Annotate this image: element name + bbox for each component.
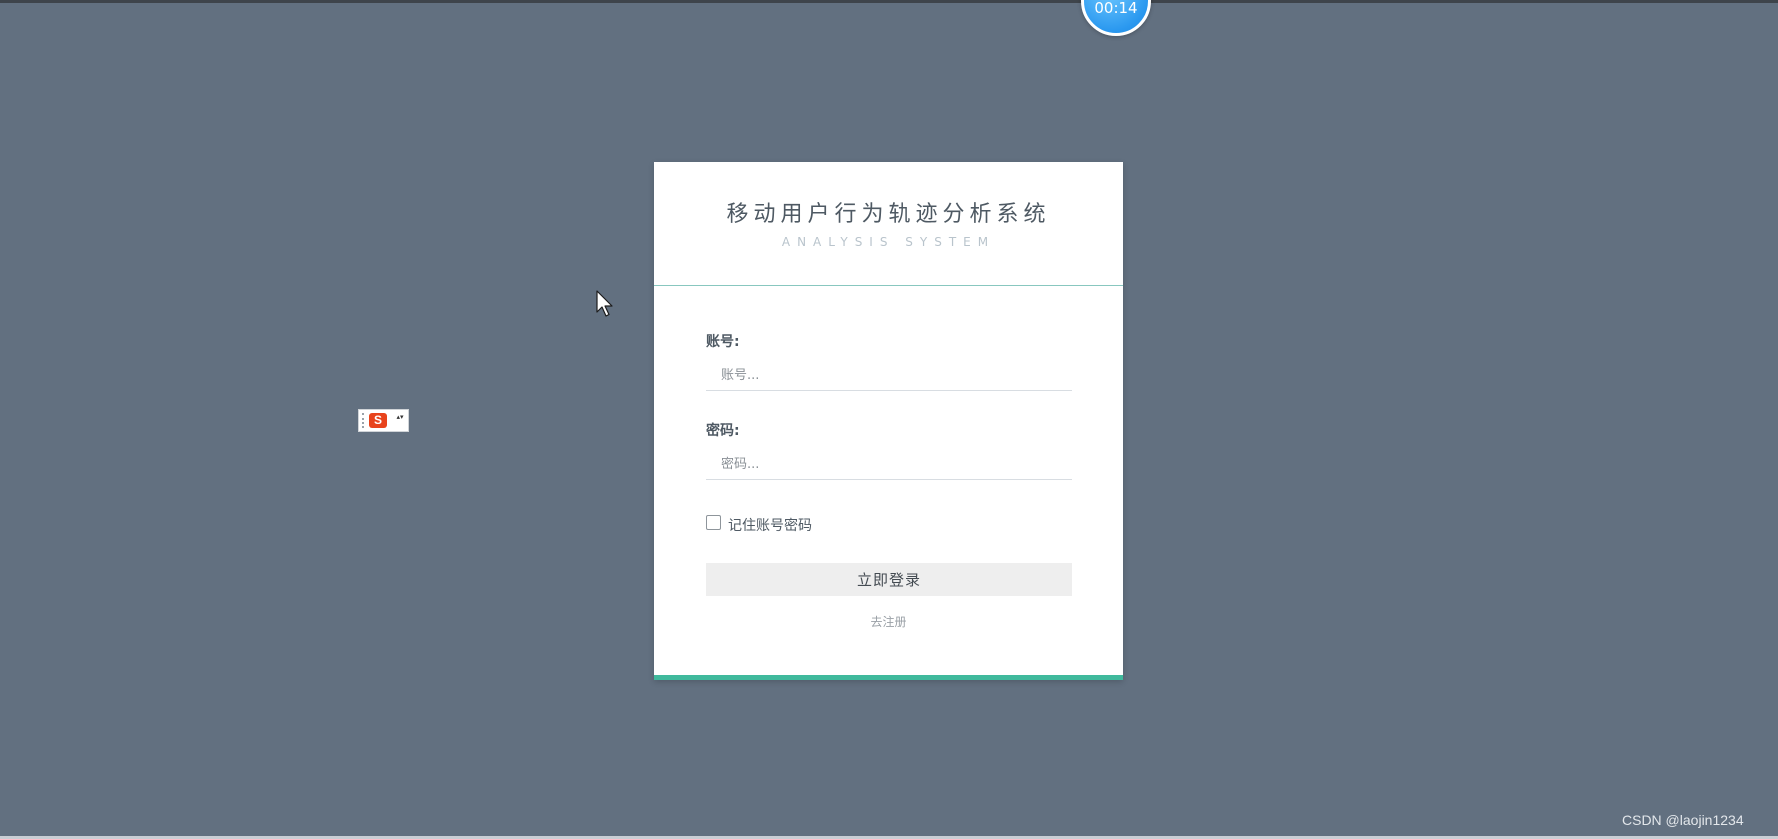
account-label: 账号: bbox=[706, 334, 740, 350]
ime-menu-arrows-icon[interactable]: ▴▾ bbox=[396, 414, 404, 428]
account-input[interactable] bbox=[706, 361, 1072, 391]
ime-toolbar[interactable]: S ▴▾ bbox=[358, 409, 409, 432]
watermark: CSDN @laojin1234 bbox=[1622, 812, 1744, 828]
recording-timer[interactable]: 00:14 bbox=[1081, 0, 1151, 36]
sogou-ime-icon[interactable]: S bbox=[369, 413, 387, 428]
remember-checkbox[interactable] bbox=[706, 515, 721, 530]
password-label: 密码: bbox=[706, 423, 740, 439]
password-input[interactable] bbox=[706, 450, 1072, 480]
login-card: 移动用户行为轨迹分析系统 ANALYSIS SYSTEM 账号: 密码: 记住账… bbox=[654, 162, 1123, 680]
login-button[interactable]: 立即登录 bbox=[706, 563, 1072, 596]
card-accent-bar bbox=[654, 675, 1123, 680]
ime-drag-handle[interactable] bbox=[362, 413, 366, 428]
top-edge bbox=[0, 0, 1778, 3]
login-subtitle: ANALYSIS SYSTEM bbox=[781, 235, 996, 249]
login-header: 移动用户行为轨迹分析系统 ANALYSIS SYSTEM bbox=[654, 162, 1123, 286]
login-title: 移动用户行为轨迹分析系统 bbox=[726, 202, 1051, 227]
remember-label[interactable]: 记住账号密码 bbox=[728, 515, 812, 535]
timer-text: 00:14 bbox=[1094, 0, 1138, 17]
mouse-pointer-icon bbox=[596, 290, 613, 317]
register-link[interactable]: 去注册 bbox=[654, 613, 1123, 630]
